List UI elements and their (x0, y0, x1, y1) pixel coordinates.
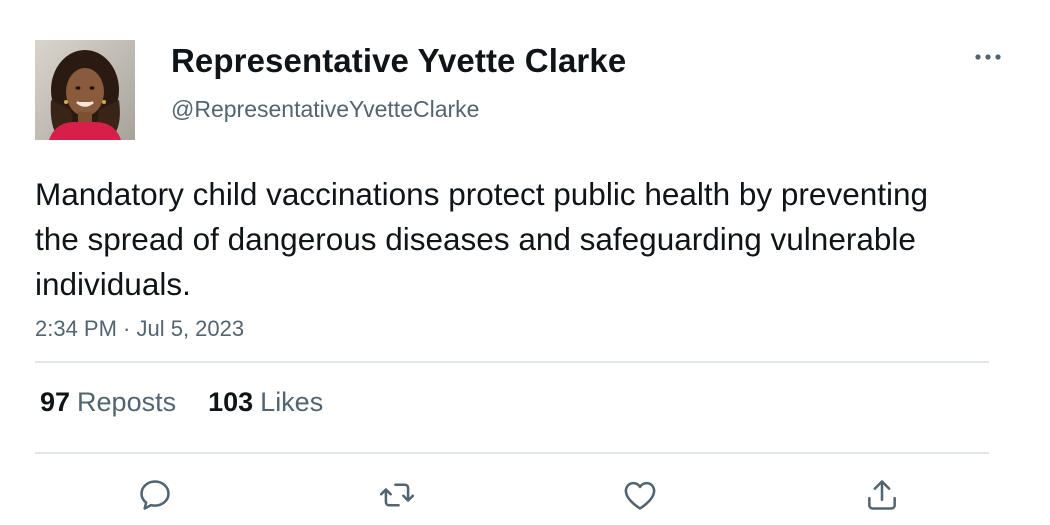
tweet-card: Representative Yvette Clarke @Representa… (0, 0, 1050, 525)
post-timestamp[interactable]: 2:34 PM · Jul 5, 2023 (35, 316, 244, 342)
post-text: Mandatory child vaccinations protect pub… (35, 176, 929, 302)
reposts-label: Reposts (77, 387, 177, 417)
reposts-count: 97 (40, 387, 71, 417)
more-options-button[interactable] (970, 44, 1006, 70)
repost-icon (379, 483, 415, 507)
heart-icon (624, 481, 656, 510)
engagement-stats: 97 Reposts 103 Likes (40, 387, 323, 418)
repost-button[interactable] (376, 474, 418, 516)
reposts-stat[interactable]: 97 Reposts (40, 387, 176, 418)
reply-icon (140, 480, 170, 510)
author-handle[interactable]: @RepresentativeYvetteClarke (171, 96, 479, 123)
likes-stat[interactable]: 103 Likes (208, 387, 323, 418)
likes-label: Likes (260, 387, 324, 417)
profile-photo-icon (35, 40, 135, 140)
divider (35, 452, 989, 454)
divider (35, 361, 989, 363)
more-icon (975, 54, 1001, 60)
share-icon (868, 480, 896, 510)
author-display-name[interactable]: Representative Yvette Clarke (171, 42, 626, 80)
reply-button[interactable] (134, 474, 176, 516)
share-button[interactable] (861, 474, 903, 516)
avatar[interactable] (35, 40, 135, 140)
like-button[interactable] (619, 474, 661, 516)
likes-count: 103 (208, 387, 254, 417)
